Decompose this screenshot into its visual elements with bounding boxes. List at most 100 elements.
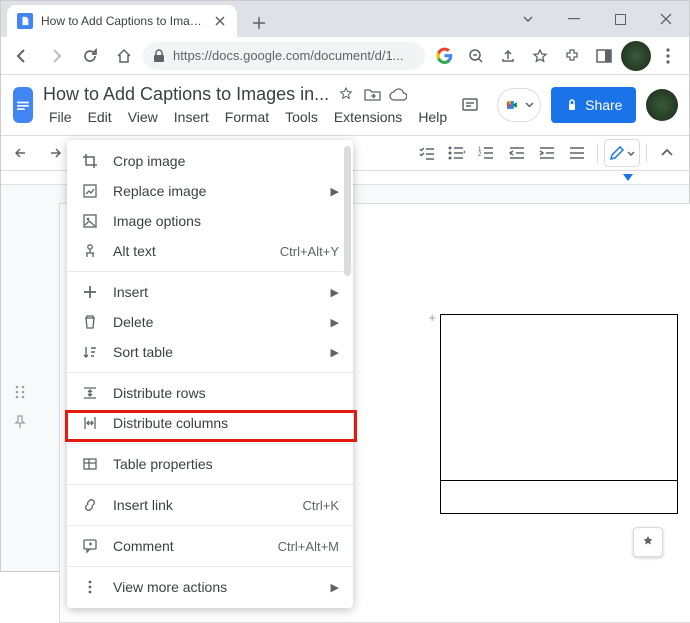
menu-label: Sort table <box>113 344 317 360</box>
share-label: Share <box>585 97 622 113</box>
tab-title: How to Add Captions to Images <box>41 14 205 28</box>
menu-item-insert[interactable]: Insert ▶ <box>67 277 353 307</box>
numbered-list-icon[interactable]: 12 <box>473 139 501 167</box>
new-tab-button[interactable] <box>245 9 273 37</box>
outline-drag-icon[interactable] <box>9 381 31 403</box>
menu-shortcut: Ctrl+K <box>303 498 339 513</box>
extensions-icon[interactable] <box>557 41 587 71</box>
profile-avatar[interactable] <box>621 41 651 71</box>
checklist-icon[interactable] <box>413 139 441 167</box>
meet-button[interactable] <box>497 88 541 122</box>
menu-label: Delete <box>113 314 317 330</box>
context-menu: Crop imageReplace image▶Image optionsAlt… <box>67 140 353 608</box>
dist-rows-icon <box>81 384 99 402</box>
menu-item-replace-image[interactable]: Replace image▶ <box>67 176 353 206</box>
menu-separator <box>67 525 353 526</box>
document-title[interactable]: How to Add Captions to Images in... <box>43 84 329 105</box>
menu-label: Replace image <box>113 183 317 199</box>
sort-icon <box>81 343 99 361</box>
pin-icon[interactable] <box>9 411 31 433</box>
menu-item-alt-text[interactable]: Alt textCtrl+Alt+Y <box>67 236 353 266</box>
submenu-arrow-icon: ▶ <box>331 346 339 359</box>
menu-item-view-more-actions[interactable]: View more actions ▶ <box>67 572 353 602</box>
star-icon[interactable] <box>337 85 355 103</box>
browser-menu-icon[interactable] <box>653 41 683 71</box>
close-button[interactable] <box>643 1 689 37</box>
hide-menus-icon[interactable] <box>653 139 681 167</box>
crop-icon <box>81 152 99 170</box>
submenu-arrow-icon: ▶ <box>331 286 339 299</box>
menu-item-distribute-columns[interactable]: Distribute columns <box>67 408 353 438</box>
submenu-arrow-icon: ▶ <box>331 581 339 594</box>
browser-tab[interactable]: How to Add Captions to Images <box>7 5 237 37</box>
account-avatar[interactable] <box>646 89 678 121</box>
ruler-marker-icon[interactable] <box>623 174 633 181</box>
menu-label: Table properties <box>113 456 339 472</box>
menu-item-comment[interactable]: CommentCtrl+Alt+M <box>67 531 353 561</box>
table-add-icon[interactable]: + <box>428 310 436 325</box>
menu-label: View more actions <box>113 579 317 595</box>
menu-label: Insert <box>113 284 317 300</box>
docs-logo[interactable] <box>13 87 33 123</box>
menu-item-table-properties[interactable]: Table properties <box>67 449 353 479</box>
menu-item-distribute-rows[interactable]: Distribute rows <box>67 378 353 408</box>
menu-edit[interactable]: Edit <box>82 107 118 127</box>
dist-cols-icon <box>81 414 99 432</box>
menu-format[interactable]: Format <box>219 107 275 127</box>
reload-button[interactable] <box>75 41 105 71</box>
explore-button[interactable] <box>633 527 663 557</box>
table-props-icon <box>81 455 99 473</box>
menu-file[interactable]: File <box>43 107 78 127</box>
google-icon[interactable] <box>429 41 459 71</box>
window-controls <box>505 1 689 37</box>
decrease-indent-icon[interactable] <box>503 139 531 167</box>
menu-help[interactable]: Help <box>412 107 453 127</box>
share-button[interactable]: Share <box>551 87 636 123</box>
link-icon <box>81 496 99 514</box>
back-button[interactable] <box>7 41 37 71</box>
menu-item-insert-link[interactable]: Insert linkCtrl+K <box>67 490 353 520</box>
menu-extensions[interactable]: Extensions <box>328 107 408 127</box>
menu-scrollbar[interactable] <box>344 146 351 602</box>
menu-item-crop-image[interactable]: Crop image <box>67 146 353 176</box>
lock-icon <box>153 49 165 63</box>
menu-item-delete[interactable]: Delete ▶ <box>67 307 353 337</box>
home-button[interactable] <box>109 41 139 71</box>
menu-insert[interactable]: Insert <box>168 107 215 127</box>
minimize-button[interactable] <box>551 1 597 37</box>
menu-item-sort-table[interactable]: Sort table ▶ <box>67 337 353 367</box>
clear-format-icon[interactable] <box>563 139 591 167</box>
bookmark-icon[interactable] <box>525 41 555 71</box>
docs-header: How to Add Captions to Images in... File… <box>1 75 689 135</box>
url-text: https://docs.google.com/document/d/1... <box>173 48 404 63</box>
move-icon[interactable] <box>363 85 381 103</box>
bulleted-list-icon[interactable] <box>443 139 471 167</box>
menu-tools[interactable]: Tools <box>279 107 324 127</box>
menu-label: Distribute rows <box>113 385 339 401</box>
submenu-arrow-icon: ▶ <box>331 316 339 329</box>
table-cell[interactable] <box>440 314 678 514</box>
menu-item-image-options[interactable]: Image options <box>67 206 353 236</box>
account-toggle-icon[interactable] <box>589 41 619 71</box>
editing-mode-button[interactable] <box>604 139 640 167</box>
menu-shortcut: Ctrl+Alt+M <box>278 539 339 554</box>
browser-addressbar: https://docs.google.com/document/d/1... <box>1 37 689 75</box>
maximize-button[interactable] <box>597 1 643 37</box>
url-box[interactable]: https://docs.google.com/document/d/1... <box>143 42 425 70</box>
image-options-icon <box>81 212 99 230</box>
menu-separator <box>67 566 353 567</box>
menu-view[interactable]: View <box>122 107 164 127</box>
increase-indent-icon[interactable] <box>533 139 561 167</box>
redo-icon[interactable] <box>39 139 67 167</box>
history-icon[interactable] <box>453 88 487 122</box>
menu-label: Distribute columns <box>113 415 339 431</box>
share-page-icon[interactable] <box>493 41 523 71</box>
chevron-down-icon[interactable] <box>505 1 551 37</box>
plus-icon <box>81 283 99 301</box>
zoom-icon[interactable] <box>461 41 491 71</box>
tab-close-icon[interactable] <box>213 14 227 28</box>
undo-icon[interactable] <box>9 139 37 167</box>
docs-menubar: File Edit View Insert Format Tools Exten… <box>43 107 453 127</box>
forward-button[interactable] <box>41 41 71 71</box>
cloud-icon[interactable] <box>389 85 407 103</box>
